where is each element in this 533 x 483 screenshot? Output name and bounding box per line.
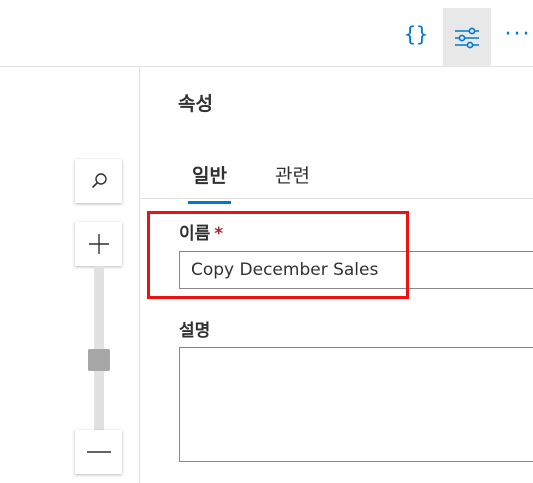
minus-icon: [86, 451, 111, 453]
name-label-text: 이름: [179, 224, 211, 244]
code-view-button[interactable]: {}: [393, 8, 439, 60]
name-input[interactable]: [179, 251, 533, 289]
description-input[interactable]: [179, 347, 533, 462]
name-label: 이름 *: [179, 219, 223, 244]
top-toolbar: {} ···: [0, 0, 533, 67]
plus-icon: [88, 234, 109, 254]
properties-tabs: 일반 관련: [141, 153, 533, 204]
zoom-slider-thumb[interactable]: [88, 349, 110, 371]
panel-title: 속성: [178, 93, 213, 115]
more-options-button[interactable]: ···: [495, 8, 533, 60]
zoom-to-fit-button[interactable]: [75, 159, 122, 203]
code-braces-icon: {}: [403, 22, 429, 46]
description-label: 설명: [179, 321, 211, 341]
properties-toggle-button[interactable]: [443, 8, 491, 67]
tab-related[interactable]: 관련: [275, 161, 310, 198]
search-icon: [91, 173, 107, 189]
design-canvas[interactable]: [0, 67, 140, 483]
ellipsis-icon: ···: [504, 21, 532, 47]
sliders-icon: [455, 27, 479, 48]
zoom-out-button[interactable]: [75, 430, 122, 474]
properties-panel: 속성 일반 관련 이름* 설명: [141, 67, 533, 483]
zoom-in-button[interactable]: [75, 222, 122, 266]
tab-general[interactable]: 일반: [188, 161, 231, 204]
required-asterisk: *: [214, 224, 224, 244]
